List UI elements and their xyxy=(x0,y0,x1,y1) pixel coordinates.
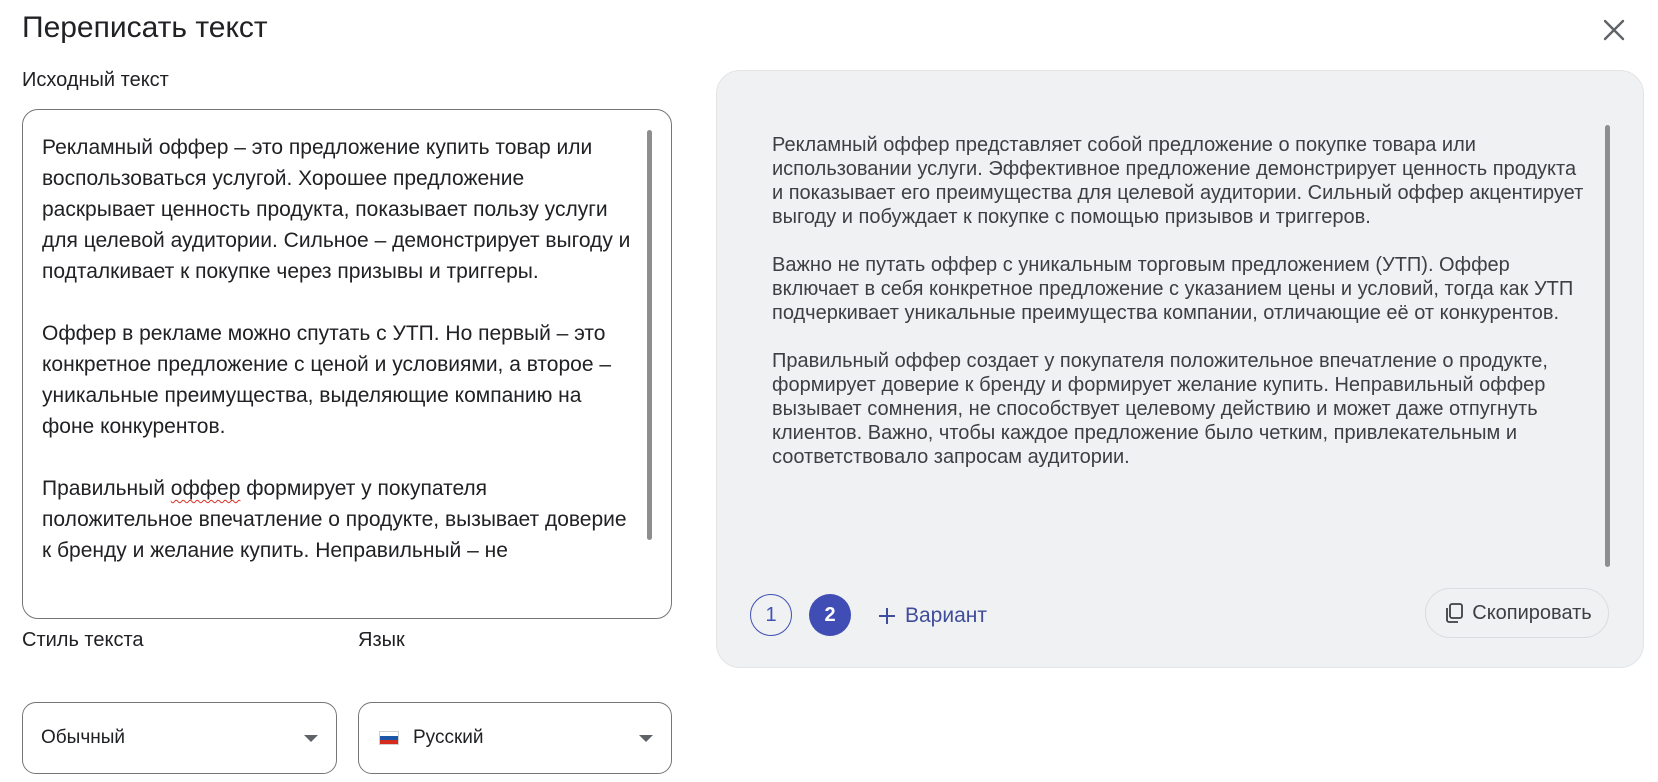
close-button[interactable] xyxy=(1596,12,1632,48)
chevron-down-icon xyxy=(304,735,318,742)
copy-label: Скопировать xyxy=(1472,601,1592,624)
language-select[interactable]: Русский xyxy=(358,702,672,774)
add-variant-label: Вариант xyxy=(905,604,987,627)
plus-icon xyxy=(879,608,895,624)
result-scrollbar[interactable] xyxy=(1605,125,1610,567)
copy-icon xyxy=(1446,603,1464,623)
close-icon xyxy=(1603,19,1625,41)
style-select[interactable]: Обычный xyxy=(22,702,337,774)
copy-button[interactable]: Скопировать xyxy=(1425,588,1609,638)
variant-2-button[interactable]: 2 xyxy=(809,594,851,636)
source-text-part: Рекламный оффер – это предложение купить… xyxy=(42,136,631,500)
chevron-down-icon xyxy=(639,735,653,742)
language-value: Русский xyxy=(413,727,484,748)
result-text: Рекламный оффер представляет собой предл… xyxy=(772,133,1592,563)
style-label: Стиль текста xyxy=(22,629,144,651)
result-paragraph: Рекламный оффер представляет собой предл… xyxy=(772,134,1584,228)
source-text[interactable]: Рекламный оффер – это предложение купить… xyxy=(42,132,638,602)
language-label: Язык xyxy=(358,629,405,651)
result-panel: Рекламный оффер представляет собой предл… xyxy=(716,70,1644,668)
add-variant-button[interactable]: Вариант xyxy=(877,600,987,632)
style-value: Обычный xyxy=(41,727,125,748)
result-paragraph: Важно не путать оффер с уникальным торго… xyxy=(772,254,1574,324)
variant-1-button[interactable]: 1 xyxy=(750,594,792,636)
misspelled-word: оффер xyxy=(170,477,241,500)
source-label: Исходный текст xyxy=(22,69,169,91)
source-text-area[interactable]: Рекламный оффер – это предложение купить… xyxy=(22,109,672,619)
source-scrollbar[interactable] xyxy=(647,130,652,540)
russia-flag-icon xyxy=(379,731,399,745)
dialog-title: Переписать текст xyxy=(22,11,268,44)
result-paragraph: Правильный оффер создает у покупателя по… xyxy=(772,350,1548,468)
